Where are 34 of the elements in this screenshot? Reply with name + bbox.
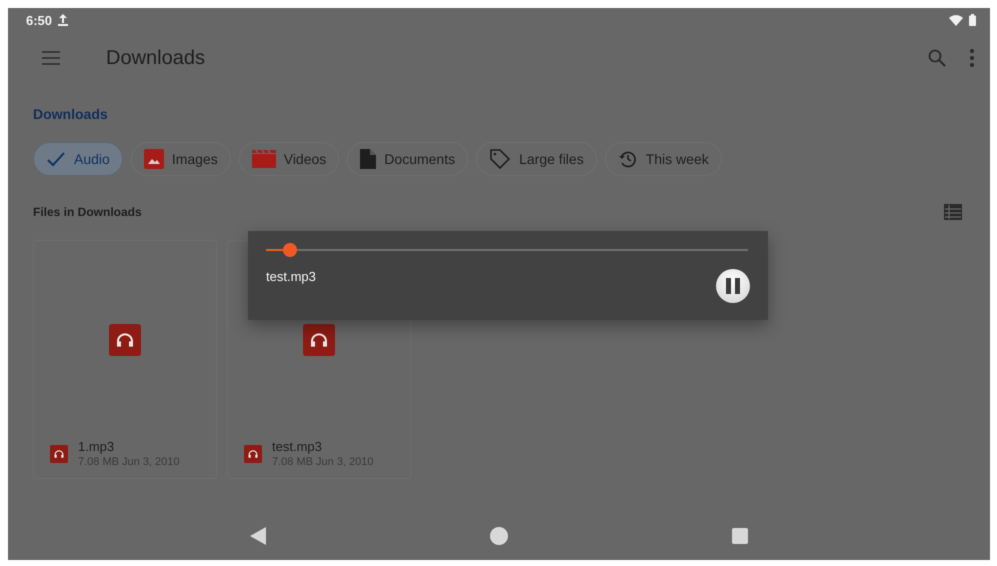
menu-icon xyxy=(42,51,60,65)
more-icon xyxy=(970,49,974,67)
file-name: 1.mp3 xyxy=(78,439,116,454)
toolbar-title: Downloads xyxy=(106,46,206,70)
section-title: Files in Downloads xyxy=(33,205,143,219)
file-name: test.mp3 xyxy=(272,439,323,454)
filter-chip[interactable]: Large files xyxy=(476,142,597,176)
filter-chip[interactable]: Audio xyxy=(33,142,123,176)
search-icon xyxy=(928,49,946,67)
audio-thumbnail-icon xyxy=(303,324,335,356)
filter-chip[interactable]: Videos xyxy=(238,142,340,176)
document-icon xyxy=(360,149,376,169)
audio-icon xyxy=(50,444,68,462)
filter-chip[interactable]: This week xyxy=(604,142,722,176)
player-file-name: test.mp3 xyxy=(266,269,316,284)
clapperboard-icon xyxy=(252,150,276,168)
upload-icon xyxy=(58,14,68,26)
list-view-icon xyxy=(944,204,962,220)
pause-button[interactable] xyxy=(716,269,750,303)
home-icon[interactable] xyxy=(490,527,508,545)
image-icon xyxy=(144,149,164,169)
battery-icon xyxy=(969,14,976,26)
status-time: 6:50 xyxy=(26,12,52,28)
history-icon xyxy=(618,149,638,169)
wifi-icon xyxy=(949,14,963,26)
filter-chip[interactable]: Images xyxy=(130,142,231,176)
back-icon[interactable] xyxy=(250,527,266,545)
breadcrumb-link[interactable]: Downloads xyxy=(33,106,108,122)
tag-icon xyxy=(489,148,512,170)
audio-icon xyxy=(244,444,262,462)
filter-chip[interactable]: Documents xyxy=(347,142,468,176)
check-icon xyxy=(46,151,66,167)
pause-icon xyxy=(726,278,740,294)
audio-thumbnail-icon xyxy=(109,324,141,356)
